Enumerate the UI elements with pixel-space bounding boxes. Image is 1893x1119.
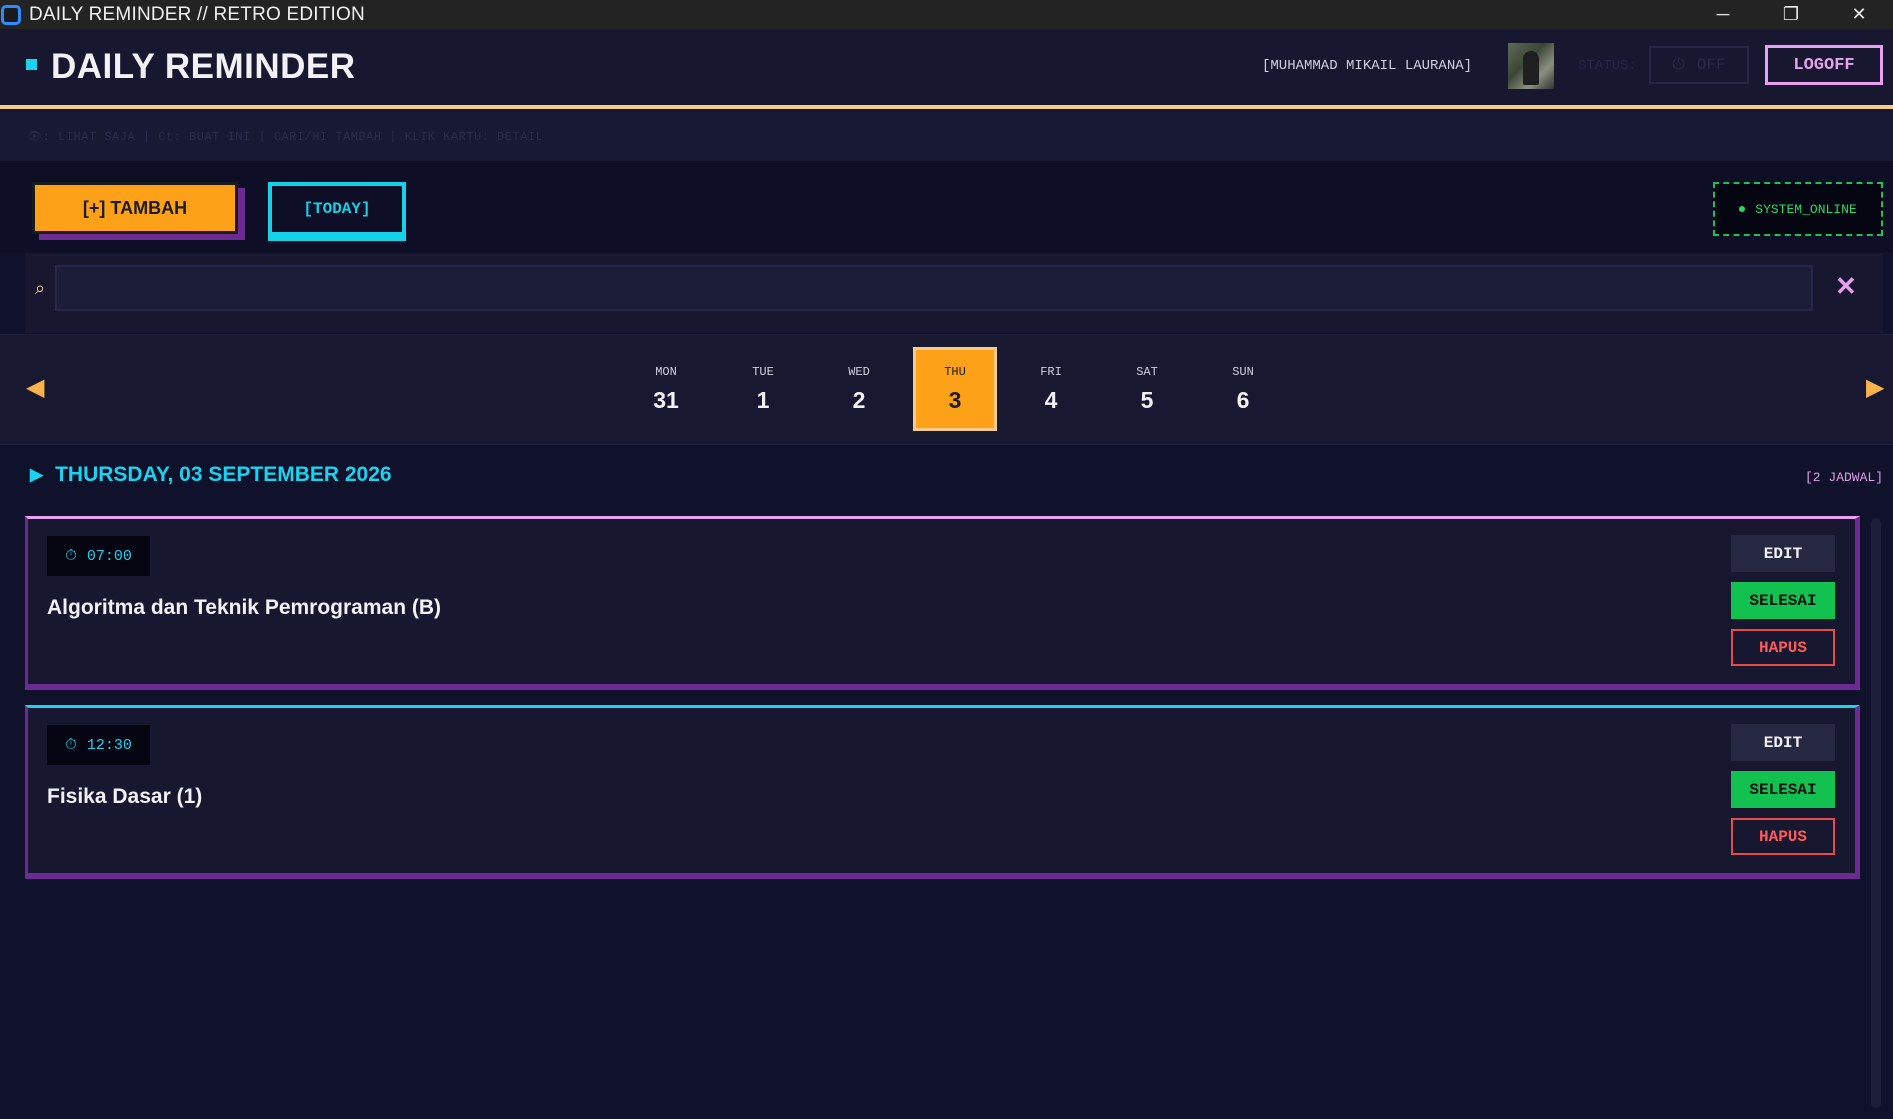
window-title: DAILY REMINDER // RETRO EDITION — [29, 3, 365, 25]
day-number: 31 — [653, 386, 679, 413]
logoff-button[interactable]: LOGOFF — [1765, 45, 1883, 85]
minimize-icon[interactable]: ─ — [1689, 0, 1757, 29]
schedule-count: [2 JADWAL] — [1804, 470, 1883, 485]
hint-text: 👁: LIHAT SAJA | Ct: BUAT INI | CARI/HI T… — [27, 130, 544, 144]
avatar — [1508, 43, 1554, 89]
card-actions: EDIT SELESAI HAPUS — [1731, 535, 1835, 666]
prev-week-icon[interactable]: ◀ — [26, 373, 44, 402]
done-button[interactable]: SELESAI — [1731, 771, 1835, 808]
app-title: DAILY REMINDER — [51, 47, 356, 86]
window-titlebar: DAILY REMINDER // RETRO EDITION ─ ❐ ✕ — [0, 0, 1893, 29]
day-name: SUN — [1232, 364, 1254, 379]
day-number: 1 — [756, 386, 770, 413]
today-button[interactable]: [TODAY] — [268, 182, 406, 236]
clear-search-icon[interactable]: ✕ — [1835, 271, 1857, 302]
schedule-card[interactable]: ⏱ 07:00 Algoritma dan Teknik Pemrograman… — [25, 516, 1860, 690]
day-name: MON — [655, 364, 677, 379]
schedule-card[interactable]: ⏱ 12:30 Fisika Dasar (1) EDIT SELESAI HA… — [25, 705, 1860, 879]
edit-button[interactable]: EDIT — [1731, 724, 1835, 761]
system-status-text: SYSTEM_ONLINE — [1755, 201, 1857, 217]
toolbar: [+] TAMBAH [TODAY] SYSTEM_ONLINE — [0, 161, 1893, 253]
day-number: 3 — [948, 386, 962, 413]
status-toggle[interactable]: ⏻ OFF — [1649, 46, 1749, 84]
search-icon: ⌕ — [35, 278, 46, 298]
triangle-right-icon: ▶ — [30, 465, 44, 484]
maximize-icon[interactable]: ❐ — [1757, 0, 1825, 29]
week-navigation: ◀ MON 31 TUE 1 WED 2 THU 3 FRI 4 SAT 5 S… — [0, 334, 1893, 445]
day-number: 2 — [852, 386, 866, 413]
search-row: ⌕ ✕ — [25, 253, 1883, 333]
day-fri[interactable]: FRI 4 — [1009, 347, 1093, 431]
schedule-time: 07:00 — [86, 547, 132, 565]
done-button[interactable]: SELESAI — [1731, 582, 1835, 619]
day-name: SAT — [1136, 364, 1158, 379]
status-label: STATUS: — [1578, 58, 1637, 74]
time-badge: ⏱ 07:00 — [47, 536, 150, 576]
day-tue[interactable]: TUE 1 — [721, 347, 805, 431]
stopwatch-icon: ⏱ — [65, 548, 77, 565]
day-name: FRI — [1040, 364, 1062, 379]
app-icon — [1, 4, 21, 25]
power-icon: ⏻ — [1672, 56, 1685, 74]
day-number: 5 — [1140, 386, 1154, 413]
avatar-figure — [1523, 51, 1539, 85]
day-name: WED — [848, 364, 870, 379]
add-button[interactable]: [+] TAMBAH — [32, 182, 238, 234]
date-heading: ▶ THURSDAY, 03 SEPTEMBER 2026 — [30, 463, 392, 487]
status-toggle-label: OFF — [1696, 56, 1726, 74]
time-badge: ⏱ 12:30 — [47, 725, 150, 765]
card-actions: EDIT SELESAI HAPUS — [1731, 724, 1835, 855]
schedule-title: Algoritma dan Teknik Pemrograman (B) — [47, 596, 442, 619]
close-icon[interactable]: ✕ — [1825, 0, 1893, 29]
day-mon[interactable]: MON 31 — [624, 347, 708, 431]
system-status-badge: SYSTEM_ONLINE — [1713, 182, 1883, 236]
next-week-icon[interactable]: ▶ — [1866, 373, 1884, 402]
schedule-time: 12:30 — [86, 736, 132, 754]
scrollbar[interactable] — [1871, 518, 1881, 1108]
search-input[interactable] — [55, 265, 1813, 311]
selected-date: THURSDAY, 03 SEPTEMBER 2026 — [55, 463, 392, 486]
window-controls: ─ ❐ ✕ — [1689, 0, 1893, 29]
day-name: TUE — [752, 364, 774, 379]
edit-button[interactable]: EDIT — [1731, 535, 1835, 572]
day-name: THU — [944, 364, 966, 379]
delete-button[interactable]: HAPUS — [1731, 818, 1835, 855]
day-thu[interactable]: THU 3 — [913, 347, 997, 431]
hint-bar: 👁: LIHAT SAJA | Ct: BUAT INI | CARI/HI T… — [0, 109, 1893, 161]
day-number: 6 — [1236, 386, 1250, 413]
delete-button[interactable]: HAPUS — [1731, 629, 1835, 666]
day-wed[interactable]: WED 2 — [817, 347, 901, 431]
day-number: 4 — [1044, 386, 1058, 413]
logo-square-icon — [26, 59, 37, 70]
day-sun[interactable]: SUN 6 — [1201, 347, 1285, 431]
user-name: [MUHAMMAD MIKAIL LAURANA] — [1262, 58, 1473, 74]
day-sat[interactable]: SAT 5 — [1105, 347, 1189, 431]
schedule-title: Fisika Dasar (1) — [47, 785, 203, 808]
status-dot-icon — [1739, 206, 1746, 212]
app-header: DAILY REMINDER [MUHAMMAD MIKAIL LAURANA]… — [0, 29, 1893, 109]
stopwatch-icon: ⏱ — [65, 737, 77, 754]
